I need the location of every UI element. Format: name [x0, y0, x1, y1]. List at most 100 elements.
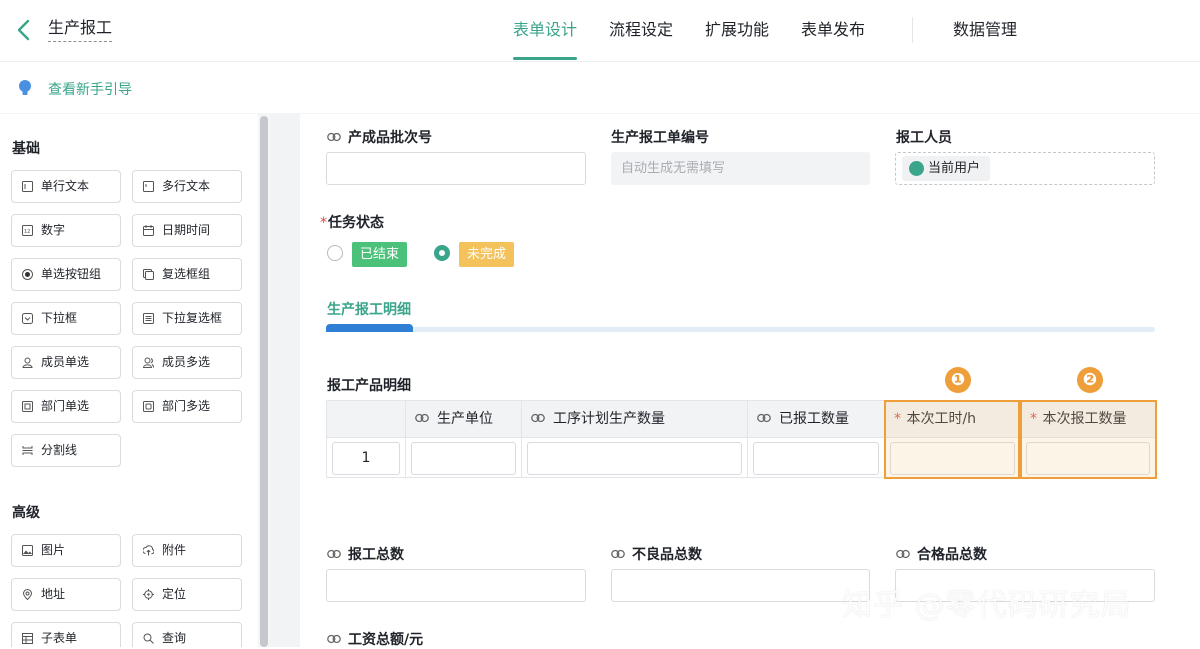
- subform-title: 报工产品明细: [327, 378, 411, 394]
- component-label: 日期时间: [162, 223, 211, 237]
- group-title-advanced: 高级: [12, 505, 40, 521]
- reported-qty-input[interactable]: [753, 442, 879, 475]
- radio-status-ended[interactable]: [327, 245, 343, 261]
- tab-production-detail[interactable]: 生产报工明细: [327, 299, 411, 319]
- field-label-defect-total: 不良品总数: [611, 544, 702, 564]
- table-header-index: [327, 401, 406, 437]
- component-label: 多行文本: [162, 179, 211, 193]
- component-label: 分割线: [41, 443, 78, 457]
- component-datetime[interactable]: 日期时间: [132, 214, 242, 247]
- component-positioning[interactable]: 定位: [132, 578, 242, 611]
- top-bar: 生产报工 表单设计 流程设定 扩展功能 表单发布 数据管理: [0, 0, 1200, 62]
- component-department-multi[interactable]: 部门多选: [132, 390, 242, 423]
- component-single-line-text[interactable]: 单行文本: [11, 170, 121, 203]
- component-label: 数字: [41, 223, 66, 237]
- field-label-reporter: 报工人员: [896, 130, 952, 146]
- query-icon: [143, 633, 154, 644]
- app-title[interactable]: 生产报工: [48, 18, 113, 42]
- new-user-guide-link[interactable]: 查看新手引导: [48, 79, 132, 99]
- component-panel: 基础 单行文本 多行文本 12 数字 日期时间 单选按钮组 复选框组 下拉框 下…: [0, 114, 258, 647]
- tab-data-management[interactable]: 数据管理: [953, 0, 1017, 60]
- defect-total-input[interactable]: [611, 569, 870, 602]
- component-number[interactable]: 12 数字: [11, 214, 121, 247]
- link-icon: [611, 549, 625, 559]
- member-icon: [22, 357, 33, 368]
- svg-text:12: 12: [24, 229, 30, 235]
- component-image[interactable]: 图片: [11, 534, 121, 567]
- table-cell-unit: [406, 437, 522, 478]
- target-icon: [143, 589, 154, 600]
- number-icon: 12: [22, 225, 33, 236]
- image-icon: [22, 545, 33, 556]
- batch-no-input[interactable]: [326, 152, 586, 185]
- component-checkbox-group[interactable]: 复选框组: [132, 258, 242, 291]
- component-member-multi[interactable]: 成员多选: [132, 346, 242, 379]
- radio-status-unfinished[interactable]: [434, 245, 450, 261]
- chevron-left-icon[interactable]: [12, 16, 38, 44]
- component-label: 成员单选: [41, 355, 90, 369]
- divider-icon: [22, 446, 33, 455]
- table-cell-planned-qty: [522, 437, 748, 478]
- link-icon: [531, 413, 545, 423]
- tab-underline-active: [326, 324, 413, 332]
- component-label: 单选按钮组: [41, 267, 102, 281]
- table-header-reported-qty: 已报工数量: [748, 401, 885, 437]
- unit-input[interactable]: [411, 442, 516, 475]
- highlight-report-qty-column: [1020, 400, 1157, 479]
- component-label: 图片: [41, 543, 66, 557]
- component-subform[interactable]: 子表单: [11, 622, 121, 647]
- tab-form-publish[interactable]: 表单发布: [801, 0, 865, 62]
- component-label: 子表单: [41, 631, 78, 645]
- table-header-planned-qty: 工序计划生产数量: [522, 401, 748, 437]
- members-icon: [143, 357, 154, 368]
- field-label-wage-total: 工资总额/元: [327, 629, 423, 649]
- field-label-total: 报工总数: [327, 544, 404, 564]
- table-cell-reported-qty: [748, 437, 885, 478]
- field-label-report-no: 生产报工单编号: [611, 130, 709, 146]
- field-label-task-status: *任务状态: [320, 215, 384, 231]
- field-label-batch-no: 产成品批次号: [327, 127, 432, 147]
- tab-underline-track: [326, 327, 1155, 332]
- reporter-field[interactable]: 当前用户: [895, 152, 1155, 185]
- link-icon: [415, 413, 429, 423]
- subform-icon: [22, 633, 33, 644]
- calendar-icon: [143, 225, 154, 236]
- tab-process-settings[interactable]: 流程设定: [609, 0, 673, 62]
- link-icon: [896, 549, 910, 559]
- total-input[interactable]: [326, 569, 586, 602]
- table-header-unit: 生产单位: [406, 401, 522, 437]
- component-divider[interactable]: 分割线: [11, 434, 121, 467]
- component-department-single[interactable]: 部门单选: [11, 390, 121, 423]
- guide-bar: 查看新手引导: [0, 63, 1200, 113]
- panel-scrollbar-thumb[interactable]: [260, 116, 268, 647]
- tab-extensions[interactable]: 扩展功能: [705, 0, 769, 62]
- planned-qty-input[interactable]: [527, 442, 742, 475]
- component-label: 部门多选: [162, 399, 211, 413]
- dropdown-icon: [22, 313, 33, 324]
- component-query[interactable]: 查询: [132, 622, 242, 647]
- component-dropdown[interactable]: 下拉框: [11, 302, 121, 335]
- component-radio-group[interactable]: 单选按钮组: [11, 258, 121, 291]
- tab-form-design[interactable]: 表单设计: [513, 0, 578, 62]
- component-multi-line-text[interactable]: 多行文本: [132, 170, 242, 203]
- dropdown-multi-icon: [143, 313, 154, 324]
- component-label: 查询: [162, 631, 187, 645]
- nav-divider: [912, 17, 913, 43]
- multi-line-text-icon: [143, 181, 154, 192]
- department-icon: [22, 401, 33, 412]
- component-attachment[interactable]: 附件: [132, 534, 242, 567]
- row-index: 1: [332, 442, 400, 475]
- component-dropdown-multi[interactable]: 下拉复选框: [132, 302, 242, 335]
- component-label: 成员多选: [162, 355, 211, 369]
- departments-icon: [143, 401, 154, 412]
- bulb-icon: [19, 80, 31, 95]
- status-tag-ended: 已结束: [352, 242, 408, 267]
- table-cell-index: 1: [327, 437, 406, 478]
- main-nav: 表单设计 流程设定 扩展功能 表单发布: [513, 0, 897, 62]
- watermark: 知乎 @零代码研究局: [842, 588, 1132, 623]
- annotation-badge-1: ❶: [945, 367, 971, 393]
- component-member-single[interactable]: 成员单选: [11, 346, 121, 379]
- checkbox-group-icon: [143, 269, 154, 280]
- component-address[interactable]: 地址: [11, 578, 121, 611]
- radio-icon: [22, 269, 33, 280]
